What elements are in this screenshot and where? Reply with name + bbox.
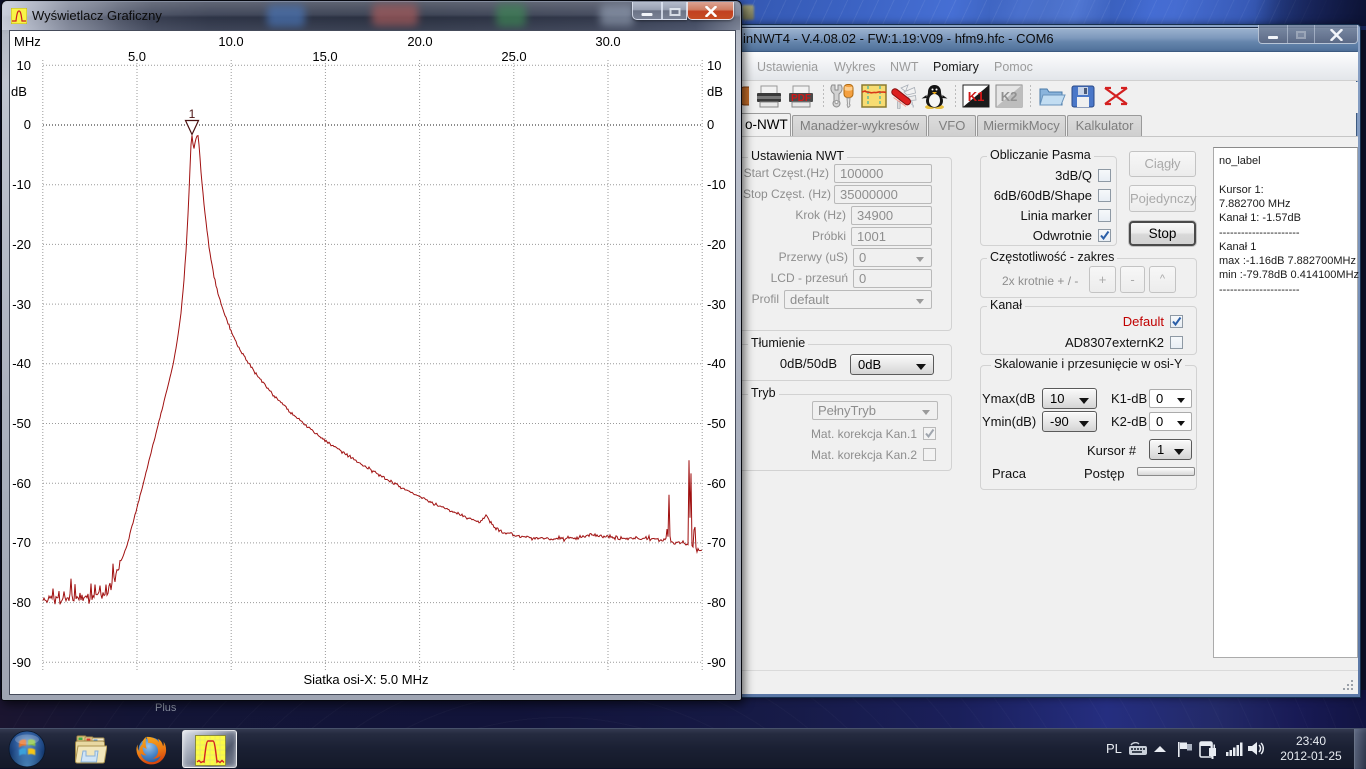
svg-text:10.0: 10.0 bbox=[218, 34, 243, 49]
svg-text:-40: -40 bbox=[12, 356, 31, 371]
svg-text:15.0: 15.0 bbox=[312, 49, 337, 64]
svg-text:10: 10 bbox=[707, 58, 721, 73]
svg-text:0: 0 bbox=[24, 117, 31, 132]
svg-text:-50: -50 bbox=[12, 416, 31, 431]
svg-text:10: 10 bbox=[17, 58, 31, 73]
svg-text:K2: K2 bbox=[1001, 89, 1018, 104]
svg-text:-60: -60 bbox=[707, 476, 726, 491]
svg-text:-80: -80 bbox=[707, 595, 726, 610]
svg-text:-10: -10 bbox=[12, 177, 31, 192]
svg-text:-30: -30 bbox=[12, 297, 31, 312]
svg-text:Siatka osi-X: 5.0 MHz: Siatka osi-X: 5.0 MHz bbox=[304, 672, 429, 687]
svg-text:-90: -90 bbox=[707, 655, 726, 670]
svg-text:-80: -80 bbox=[12, 595, 31, 610]
svg-text:30.0: 30.0 bbox=[595, 34, 620, 49]
svg-text:-20: -20 bbox=[12, 237, 31, 252]
svg-text:-60: -60 bbox=[12, 476, 31, 491]
svg-text:-10: -10 bbox=[707, 177, 726, 192]
svg-text:20.0: 20.0 bbox=[407, 34, 432, 49]
svg-text:PDF: PDF bbox=[791, 93, 811, 104]
svg-text:-70: -70 bbox=[707, 535, 726, 550]
svg-text:1: 1 bbox=[189, 107, 196, 121]
svg-text:K1: K1 bbox=[968, 89, 985, 104]
svg-text:dB: dB bbox=[11, 84, 27, 99]
svg-text:-50: -50 bbox=[707, 416, 726, 431]
svg-text:5.0: 5.0 bbox=[128, 49, 146, 64]
svg-text:0: 0 bbox=[707, 117, 714, 132]
svg-text:-40: -40 bbox=[707, 356, 726, 371]
svg-text:-70: -70 bbox=[12, 535, 31, 550]
svg-text:-20: -20 bbox=[707, 237, 726, 252]
svg-text:25.0: 25.0 bbox=[501, 49, 526, 64]
svg-text:-90: -90 bbox=[12, 655, 31, 670]
svg-text:-30: -30 bbox=[707, 297, 726, 312]
svg-text:dB: dB bbox=[707, 84, 723, 99]
svg-text:MHz: MHz bbox=[14, 34, 41, 49]
